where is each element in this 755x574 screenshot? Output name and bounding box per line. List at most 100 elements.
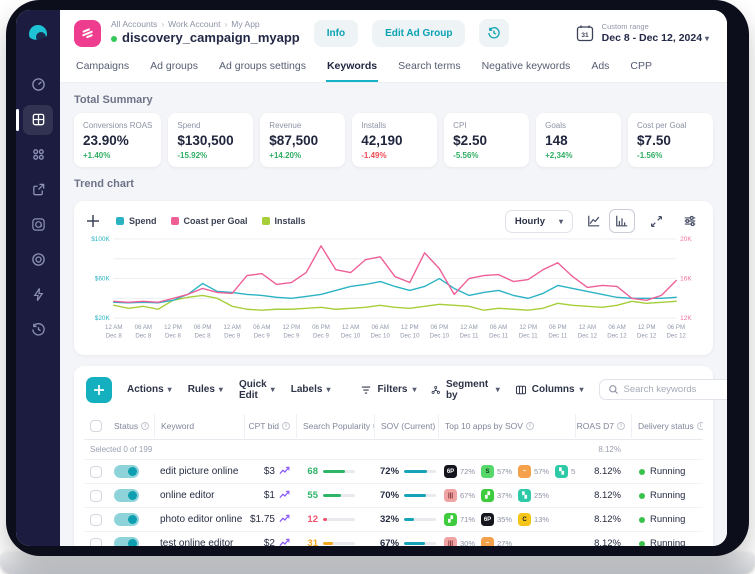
campaign-meta: All Accounts› Work Account› My App disco… xyxy=(111,20,300,47)
info-icon[interactable]: i xyxy=(697,422,703,430)
breadcrumb-work-account[interactable]: Work Account xyxy=(168,20,220,30)
delivery-status-text: Running xyxy=(650,466,685,477)
sidebar-item-history[interactable] xyxy=(23,315,53,345)
status-dot xyxy=(639,469,645,475)
row-checkbox[interactable] xyxy=(90,538,102,546)
column-header-roas-d7: ROAS D7i xyxy=(575,414,631,438)
info-icon[interactable]: i xyxy=(282,422,290,430)
filters-menu[interactable]: Filters▾ xyxy=(360,384,416,396)
add-metric-button[interactable] xyxy=(84,212,102,230)
tab-keywords[interactable]: Keywords xyxy=(326,52,378,82)
legend-item-spend[interactable]: Spend xyxy=(116,216,157,226)
brand-logo[interactable] xyxy=(26,23,50,47)
status-toggle[interactable] xyxy=(114,489,139,502)
sidebar-item-goals[interactable] xyxy=(23,245,53,275)
breadcrumb-all-accounts[interactable]: All Accounts xyxy=(111,20,157,30)
popularity-bar-fill xyxy=(323,542,333,545)
status-toggle[interactable] xyxy=(114,465,139,478)
x-axis-tick-time: 06 PM xyxy=(667,324,685,331)
cpt-bid-cell: $1 xyxy=(244,484,296,508)
tab-ad-groups[interactable]: Ad groups xyxy=(149,52,199,82)
select-all-checkbox[interactable] xyxy=(90,420,102,432)
metric-value: $2.50 xyxy=(453,133,520,148)
bid-trend-icon[interactable] xyxy=(279,487,290,505)
popularity-bar xyxy=(323,470,355,473)
row-checkbox[interactable] xyxy=(90,490,102,502)
status-toggle[interactable] xyxy=(114,513,139,526)
table-selected-row: Selected 0 of 199 8.12% xyxy=(84,440,703,460)
search-input[interactable] xyxy=(624,384,727,395)
app-squares-green-icon: ▞ xyxy=(481,489,494,502)
status-dot xyxy=(639,493,645,499)
bid-trend-icon[interactable] xyxy=(279,463,290,481)
row-checkbox[interactable] xyxy=(90,466,102,478)
x-axis-tick-date: Dec 9 xyxy=(283,332,300,339)
breadcrumb: All Accounts› Work Account› My App xyxy=(111,20,300,30)
expand-chart-button[interactable] xyxy=(643,209,669,233)
chart-settings-button[interactable] xyxy=(677,209,703,233)
x-axis-tick-time: 06 AM xyxy=(608,324,625,331)
bar-chart-toggle[interactable] xyxy=(609,209,635,233)
page-header: All Accounts› Work Account› My App disco… xyxy=(60,10,727,50)
line-chart-toggle[interactable] xyxy=(581,209,607,233)
popularity-cell: 31 xyxy=(296,532,374,546)
bid-trend-icon[interactable] xyxy=(279,535,290,546)
breadcrumb-separator: › xyxy=(224,20,227,30)
sov-bar xyxy=(404,518,436,521)
add-keyword-button[interactable] xyxy=(86,377,112,403)
app-sov-value: 13% xyxy=(534,515,549,524)
top-apps-cell: 6P72%S57%~57%▚57% xyxy=(438,460,575,484)
menu-rules[interactable]: Rules▾ xyxy=(188,379,223,401)
tab-cpp[interactable]: CPP xyxy=(629,52,653,82)
segment-by-menu[interactable]: Segment by▾ xyxy=(431,379,499,401)
chevron-down-icon: ▾ xyxy=(412,385,416,394)
info-icon[interactable]: i xyxy=(526,422,534,430)
menu-quick-edit[interactable]: Quick Edit▾ xyxy=(239,379,275,401)
tab-negative-keywords[interactable]: Negative keywords xyxy=(481,52,572,82)
metric-delta: +14.20% xyxy=(269,151,336,160)
app-s-green-icon: S xyxy=(481,465,494,478)
x-axis-tick-time: 12 AM xyxy=(223,324,240,331)
goals-icon xyxy=(31,252,46,267)
history-button[interactable] xyxy=(479,19,509,47)
breadcrumb-my-app[interactable]: My App xyxy=(231,20,259,30)
segment-by-label: Segment by xyxy=(446,379,491,401)
sidebar-item-automation[interactable] xyxy=(23,280,53,310)
edit-ad-group-button[interactable]: Edit Ad Group xyxy=(372,20,465,47)
tab-ads[interactable]: Ads xyxy=(590,52,610,82)
sidebar-item-search-ads[interactable] xyxy=(23,210,53,240)
segment-icon xyxy=(431,384,440,396)
legend-item-installs[interactable]: Installs xyxy=(262,216,306,226)
sidebar-item-export[interactable] xyxy=(23,175,53,205)
menu-actions[interactable]: Actions▾ xyxy=(127,379,172,401)
interval-select[interactable]: Hourly ▾ xyxy=(505,210,573,233)
tab-ad-groups-settings[interactable]: Ad groups settings xyxy=(218,52,307,82)
series-coast-per-goal xyxy=(114,246,676,302)
trend-line-chart[interactable]: $100K$60K$20K20K16K12K12 AMDec 806 AMDec… xyxy=(84,233,703,346)
sidebar-item-dashboard[interactable] xyxy=(23,70,53,100)
metric-delta: -5.56% xyxy=(453,151,520,160)
bid-trend-icon[interactable] xyxy=(279,511,290,529)
app-sov-item: ▞37% xyxy=(481,489,512,502)
tab-search-terms[interactable]: Search terms xyxy=(397,52,461,82)
menu-labels[interactable]: Labels▾ xyxy=(291,379,331,401)
info-icon[interactable]: i xyxy=(141,422,149,430)
legend-item-coast-per-goal[interactable]: Coast per Goal xyxy=(171,216,248,226)
columns-menu[interactable]: Columns▾ xyxy=(515,384,584,396)
info-icon[interactable]: i xyxy=(617,422,625,430)
sidebar-item-campaigns[interactable] xyxy=(23,105,53,135)
info-button[interactable]: Info xyxy=(314,20,358,47)
popularity-value: 55 xyxy=(302,490,318,501)
date-range-picker[interactable]: 31 Custom range Dec 8 - Dec 12, 2024 ▾ xyxy=(575,22,713,44)
row-checkbox[interactable] xyxy=(90,514,102,526)
row-checkbox-cell xyxy=(84,460,108,484)
table-row: online editor$15570%|||67%▞37%▚25%8.12%R… xyxy=(84,484,703,508)
sidebar-item-apps[interactable] xyxy=(23,140,53,170)
column-header-sov-current-: SOV (Current)i xyxy=(374,414,438,438)
app-swirl-orange-icon: ~ xyxy=(481,537,494,546)
status-toggle[interactable] xyxy=(114,537,139,546)
tab-campaigns[interactable]: Campaigns xyxy=(75,52,130,82)
metric-value: $130,500 xyxy=(177,133,244,148)
menu-label: Labels xyxy=(291,384,323,395)
metric-label: Cost per Goal xyxy=(637,121,704,130)
